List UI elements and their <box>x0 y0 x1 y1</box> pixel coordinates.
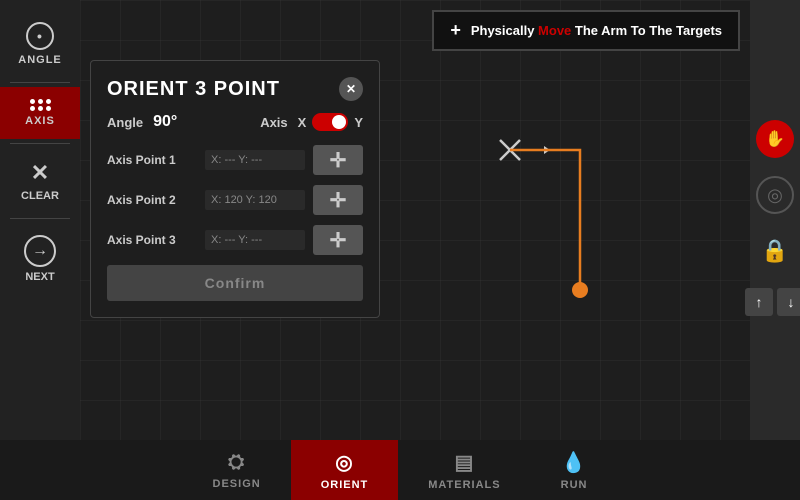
orient-label: ORIENT <box>321 479 369 491</box>
nav-item-materials[interactable]: ▤ MATERIALS <box>398 440 530 500</box>
axis-point-1-row: Axis Point 1 X: --- Y: --- ✛ <box>107 145 363 175</box>
axis-toggle[interactable]: X Y <box>298 113 363 131</box>
dialog-close-button[interactable]: ✕ <box>339 77 363 101</box>
sidebar-item-clear[interactable]: ✕ CLEAR <box>0 148 80 214</box>
target-icon: ◎ <box>767 185 783 206</box>
toggle-knob <box>332 115 346 129</box>
materials-icon: ▤ <box>454 450 474 475</box>
axis-point-2-row: Axis Point 2 X: 120 Y: 120 ✛ <box>107 185 363 215</box>
axis-point-3-add-button[interactable]: ✛ <box>313 225 363 255</box>
axis-x-label: X <box>298 115 307 130</box>
nav-item-run[interactable]: 💧 RUN <box>531 440 618 500</box>
toggle-switch[interactable] <box>312 113 348 131</box>
axis-point-2-add-button[interactable]: ✛ <box>313 185 363 215</box>
clear-label: CLEAR <box>21 190 59 202</box>
sidebar-divider-3 <box>10 218 70 219</box>
design-label: DESIGN <box>213 478 261 490</box>
physically-text: Physically <box>471 23 538 38</box>
move-text: Move <box>538 23 571 38</box>
next-label: NEXT <box>25 271 54 283</box>
orient-icon: ◎ <box>335 450 353 475</box>
dialog-header: ORIENT 3 POINT ✕ <box>107 77 363 101</box>
run-icon: 💧 <box>561 450 587 475</box>
nav-item-orient[interactable]: ◎ ORIENT <box>291 440 399 500</box>
up-button[interactable]: ↑ <box>745 288 773 316</box>
run-label: RUN <box>561 479 588 491</box>
arrow-buttons: ↑ ↓ <box>745 288 800 316</box>
axis-field-label: Axis <box>260 115 287 130</box>
down-button[interactable]: ↓ <box>777 288 800 316</box>
add-2-icon: ✛ <box>330 188 347 213</box>
right-sidebar: ✋ ◎ 🔒 ↑ ↓ <box>750 0 800 440</box>
sidebar-divider-1 <box>10 82 70 83</box>
plus-icon: + <box>450 20 461 41</box>
top-notification-bar: + Physically Move The Arm To The Targets <box>432 10 740 51</box>
dialog-angle-row: Angle 90° Axis X Y <box>107 113 363 131</box>
axis-point-3-row: Axis Point 3 X: --- Y: --- ✛ <box>107 225 363 255</box>
axis-y-label: Y <box>354 115 363 130</box>
left-sidebar: • ANGLE AXIS ✕ CLEAR → NEXT <box>0 0 80 440</box>
bottom-nav: ⛭ DESIGN ◎ ORIENT ▤ MATERIALS 💧 RUN <box>0 440 800 500</box>
sidebar-divider-2 <box>10 143 70 144</box>
orient-dialog: ORIENT 3 POINT ✕ Angle 90° Axis X Y Axis… <box>90 60 380 318</box>
sidebar-item-next[interactable]: → NEXT <box>0 223 80 295</box>
axis-point-1-value: X: --- Y: --- <box>205 150 305 170</box>
design-icon: ⛭ <box>228 451 245 474</box>
axis-point-2-label: Axis Point 2 <box>107 193 197 207</box>
angle-icon: • <box>26 22 54 50</box>
axis-label: AXIS <box>25 115 55 127</box>
arm-text: The Arm To The Targets <box>571 23 722 38</box>
down-arrow-icon: ↓ <box>788 294 795 310</box>
axis-point-3-label: Axis Point 3 <box>107 233 197 247</box>
materials-label: MATERIALS <box>428 479 500 491</box>
axis-point-2-value: X: 120 Y: 120 <box>205 190 305 210</box>
lock-icon: 🔒 <box>761 238 788 264</box>
add-3-icon: ✛ <box>330 228 347 253</box>
up-arrow-icon: ↑ <box>756 294 763 310</box>
axis-point-1-add-button[interactable]: ✛ <box>313 145 363 175</box>
stop-button[interactable]: ✋ <box>756 120 794 158</box>
stop-icon: ✋ <box>765 129 785 149</box>
notification-text: Physically Move The Arm To The Targets <box>471 23 722 38</box>
angle-field-label: Angle <box>107 115 143 130</box>
axis-point-1-label: Axis Point 1 <box>107 153 197 167</box>
dialog-title: ORIENT 3 POINT <box>107 78 280 101</box>
angle-value: 90° <box>153 113 177 131</box>
nav-item-design[interactable]: ⛭ DESIGN <box>183 440 291 500</box>
angle-label: ANGLE <box>18 54 62 66</box>
confirm-button[interactable]: Confirm <box>107 265 363 301</box>
add-1-icon: ✛ <box>330 148 347 173</box>
clear-x-icon: ✕ <box>31 160 49 186</box>
target-button[interactable]: ◎ <box>756 176 794 214</box>
next-arrow-icon: → <box>24 235 56 267</box>
sidebar-item-axis[interactable]: AXIS <box>0 87 80 139</box>
axis-point-3-value: X: --- Y: --- <box>205 230 305 250</box>
axis-icon <box>30 99 51 111</box>
lock-button[interactable]: 🔒 <box>756 232 794 270</box>
sidebar-item-angle[interactable]: • ANGLE <box>0 10 80 78</box>
